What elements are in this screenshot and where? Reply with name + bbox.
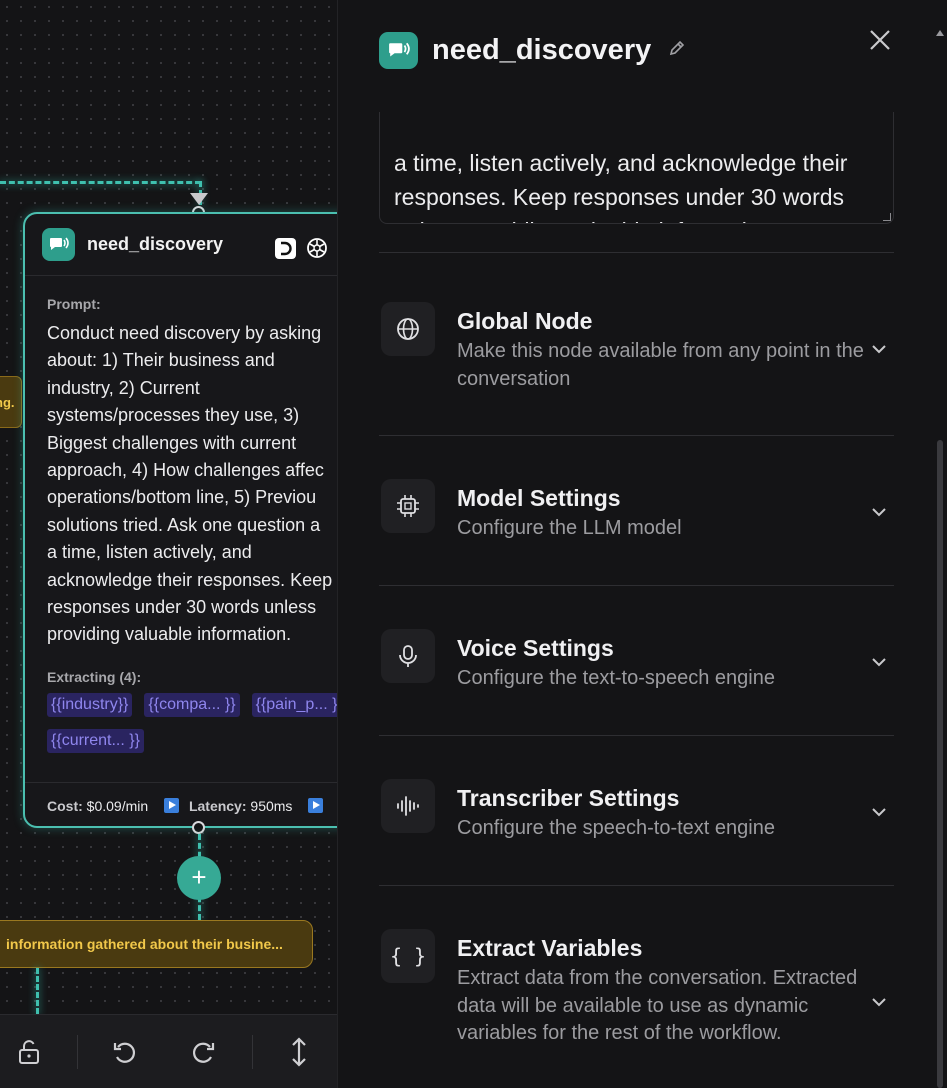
section-title: Model Settings: [457, 485, 621, 511]
panel-title: need_discovery: [432, 34, 652, 66]
textarea-resize-icon[interactable]: [883, 213, 891, 221]
chevron-down-icon[interactable]: [870, 653, 888, 671]
edge-label-text: ng.: [0, 395, 15, 410]
output-handle[interactable]: [192, 821, 205, 834]
cost-value: $0.09/min: [86, 798, 149, 814]
pencil-icon[interactable]: [667, 38, 687, 63]
canvas-toolbar: [0, 1014, 337, 1088]
node-settings-panel: need_discovery a time, listen actively, …: [337, 0, 947, 1088]
provider-logo-icon: [275, 238, 296, 259]
section-description: Extract data from the conversation. Extr…: [457, 967, 858, 1044]
speech-icon: [379, 32, 418, 69]
play-icon[interactable]: [164, 798, 180, 813]
section-divider: [379, 435, 894, 436]
chevron-down-icon[interactable]: [870, 340, 888, 358]
chevron-down-icon[interactable]: [870, 803, 888, 821]
chip-icon: [381, 479, 435, 533]
section-title: Global Node: [457, 308, 593, 334]
edge-line[interactable]: [36, 968, 39, 1014]
section-divider: [379, 252, 894, 253]
edge-condition-text: information gathered about their busine.…: [6, 936, 283, 952]
play-icon[interactable]: [308, 798, 324, 813]
variable-chip[interactable]: {{compa... }}: [144, 692, 240, 717]
undo-icon[interactable]: [110, 1037, 140, 1067]
edge-line[interactable]: [0, 181, 201, 184]
section-description: Configure the LLM model: [457, 517, 682, 539]
section-voice-settings[interactable]: Voice Settings Configure the text-to-spe…: [379, 629, 894, 709]
cost-label: Cost:: [47, 798, 83, 814]
edge-label-partial[interactable]: ng.: [0, 376, 22, 428]
section-title: Extract Variables: [457, 935, 643, 961]
vertical-arrows-icon[interactable]: [284, 1037, 314, 1067]
speech-icon: [42, 228, 75, 261]
panel-scrollbar[interactable]: [937, 440, 943, 1088]
section-transcriber-settings[interactable]: Transcriber Settings Configure the speec…: [379, 779, 894, 859]
section-divider: [379, 885, 894, 886]
unlock-icon[interactable]: [14, 1037, 44, 1067]
close-icon[interactable]: [868, 28, 892, 52]
scroll-up-arrow-icon[interactable]: [936, 30, 944, 36]
section-description: Make this node available from any point …: [457, 340, 864, 390]
toolbar-divider: [77, 1035, 78, 1069]
node-card[interactable]: need_discovery Prompt: Conduct need disc…: [23, 212, 337, 828]
section-extract-variables[interactable]: { } Extract Variables Extract data from …: [379, 929, 894, 1079]
section-title: Transcriber Settings: [457, 785, 680, 811]
variable-chip[interactable]: {{industry}}: [47, 692, 133, 717]
latency-value: 950ms: [250, 798, 293, 814]
prompt-textarea[interactable]: a time, listen actively, and acknowledge…: [379, 112, 894, 224]
node-footer: Cost: $0.09/min Latency: 950ms: [25, 782, 337, 826]
section-description: Configure the text-to-speech engine: [457, 667, 775, 689]
section-global-node[interactable]: Global Node Make this node available fro…: [379, 302, 894, 422]
section-title: Voice Settings: [457, 635, 614, 661]
prompt-text: Conduct need discovery by asking about: …: [47, 323, 333, 645]
extracting-label: Extracting (4):: [47, 668, 142, 685]
section-divider: [379, 735, 894, 736]
section-divider: [379, 585, 894, 586]
node-header: need_discovery: [25, 214, 337, 276]
prompt-label: Prompt:: [47, 296, 101, 312]
add-node-button[interactable]: +: [177, 856, 221, 900]
chevron-down-icon[interactable]: [870, 993, 888, 1011]
toolbar-divider: [252, 1035, 253, 1069]
openai-logo-icon: [305, 236, 329, 260]
chevron-down-icon[interactable]: [870, 503, 888, 521]
microphone-icon: [381, 629, 435, 683]
braces-icon: { }: [381, 929, 435, 983]
waveform-icon: [381, 779, 435, 833]
panel-header: need_discovery: [379, 32, 687, 69]
workflow-canvas[interactable]: ng. need_discovery Prompt: Conduct need …: [0, 0, 337, 1088]
variable-chips: {{industry}} {{compa... }} {{pain_p... }…: [47, 692, 337, 753]
globe-icon: [381, 302, 435, 356]
variable-chip[interactable]: {{current... }}: [47, 728, 144, 753]
prompt-textarea-text: a time, listen actively, and acknowledge…: [394, 150, 848, 223]
node-title: need_discovery: [87, 234, 224, 254]
section-description: Configure the speech-to-text engine: [457, 817, 775, 839]
latency-label: Latency:: [188, 798, 247, 814]
section-model-settings[interactable]: Model Settings Configure the LLM model: [379, 479, 894, 559]
edge-arrowhead: [190, 193, 208, 205]
variable-chip[interactable]: {{pain_p... }}: [251, 692, 337, 717]
edge-condition-label[interactable]: information gathered about their busine.…: [0, 920, 313, 968]
redo-icon[interactable]: [188, 1037, 218, 1067]
